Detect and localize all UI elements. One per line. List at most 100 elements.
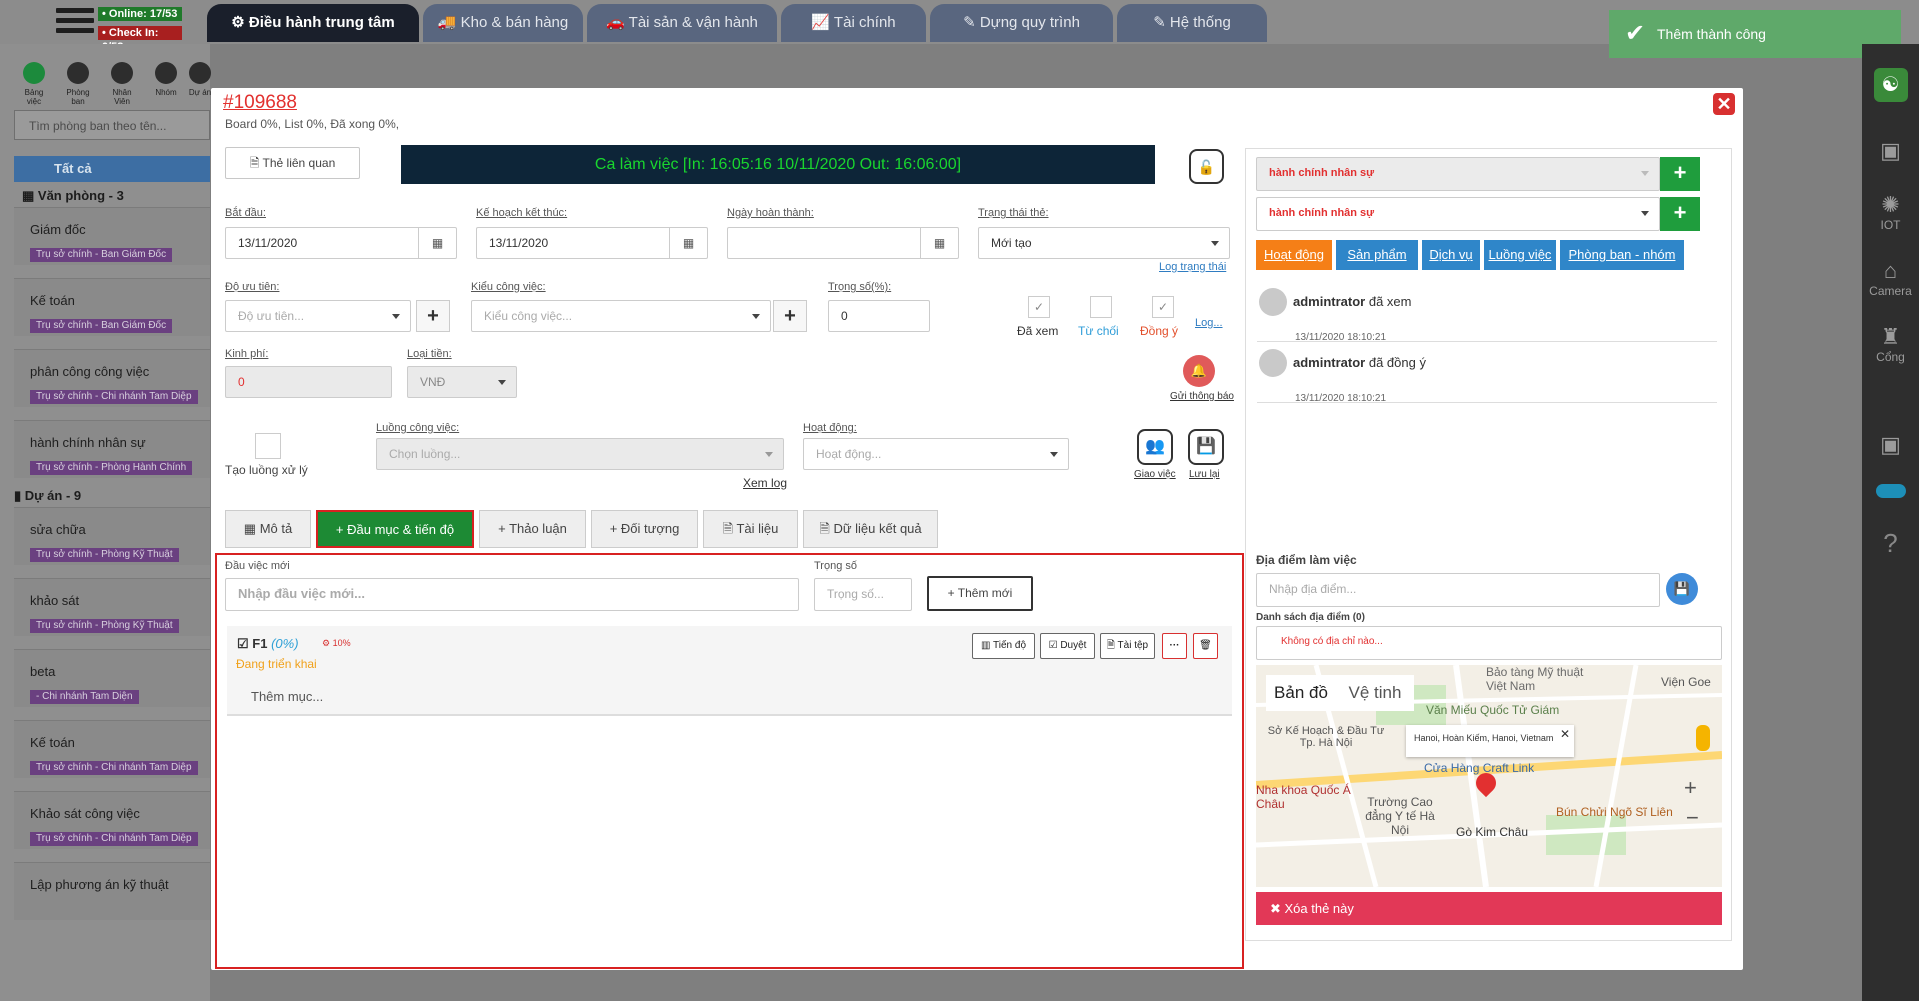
agree-checkbox[interactable]: ✓ (1152, 296, 1174, 318)
budget-input[interactable]: 0 (225, 366, 392, 398)
toggle-switch[interactable] (1862, 484, 1919, 498)
tab-documents[interactable]: 🗎 Tài liệu (703, 510, 798, 548)
assign-icon[interactable]: 👥 (1137, 429, 1173, 465)
calendar-icon[interactable]: ▦ (920, 228, 958, 258)
save-label[interactable]: Lưu lại (1189, 469, 1220, 480)
activity-select[interactable]: Hoạt động... (803, 438, 1069, 470)
zoom-out-button[interactable]: − (1686, 805, 1699, 831)
tab-kho[interactable]: 🚚 Kho & bán hàng (423, 4, 583, 42)
tab-tai-san[interactable]: 🚗 Tài sản & vận hành (587, 4, 777, 42)
approve-button[interactable]: ☑ Duyệt (1040, 633, 1095, 659)
employee-icon[interactable]: Nhân Viên (109, 62, 135, 106)
tab-tai-chinh[interactable]: 📈 Tài chính (781, 4, 926, 42)
list-item[interactable]: Khảo sát công việc Trụ sở chính - Chi nhá… (14, 791, 210, 849)
tab-objects[interactable]: + Đối tượng (591, 510, 698, 548)
list-item[interactable]: sửa chữa Trụ sở chính - Phòng Kỹ Thuật (14, 507, 210, 565)
zoom-in-button[interactable]: + (1684, 775, 1697, 801)
flow-select[interactable]: Chọn luồng... (376, 438, 784, 470)
files-button[interactable]: 🗎 Tài tệp (1100, 633, 1155, 659)
help-icon[interactable]: ? (1862, 528, 1919, 559)
trash-icon[interactable]: 🗑 (1193, 633, 1218, 659)
department-icon[interactable]: Phòng ban (65, 62, 91, 106)
plan-end-date-input[interactable]: 13/11/2020 ▦ (476, 227, 708, 259)
add-item-link[interactable]: Thêm mục... (251, 689, 323, 704)
tab-discussion[interactable]: + Thảo luận (479, 510, 586, 548)
tab-result-data[interactable]: 🗎 Dữ liệu kết quả (803, 510, 938, 548)
worktype-select[interactable]: Kiểu công việc... (471, 300, 771, 332)
related-card-button[interactable]: 🗎 Thẻ liên quan (225, 147, 360, 179)
weight-input[interactable]: 0 (828, 300, 930, 332)
list-item[interactable]: phân công công việc Trụ sở chính - Chi nh… (14, 349, 210, 407)
calendar-icon[interactable]: ▦ (669, 228, 707, 258)
reject-checkbox[interactable] (1090, 296, 1112, 318)
video-chat-icon[interactable]: ▣ (1862, 138, 1919, 164)
tab-description[interactable]: ▦ Mô tả (225, 510, 311, 548)
tab-dept-group[interactable]: Phòng ban - nhóm (1560, 240, 1684, 270)
log-link[interactable]: Log... (1195, 317, 1223, 329)
save-icon[interactable]: 💾 (1188, 429, 1224, 465)
calendar-icon[interactable]: ▦ (418, 228, 456, 258)
map-tab-satellite[interactable]: Vệ tinh (1336, 675, 1414, 711)
dept-select-2[interactable]: hành chính nhân sự (1256, 197, 1660, 231)
tab-quy-trinh[interactable]: ✎ Dựng quy trình (930, 4, 1113, 42)
assign-label[interactable]: Giao việc (1134, 469, 1176, 480)
add-dept-button[interactable]: + (1660, 157, 1700, 191)
department-search-input[interactable]: Tìm phòng ban theo tên... (14, 110, 210, 140)
menu-icon[interactable] (56, 8, 94, 38)
iot-icon[interactable]: ✺ IOT (1862, 192, 1919, 232)
dept-select-1[interactable]: hành chính nhân sự (1256, 157, 1660, 191)
list-item[interactable]: Giám đốc Trụ sở chính - Ban Giám Đốc (14, 207, 210, 265)
start-date-input[interactable]: 13/11/2020 ▦ (225, 227, 457, 259)
done-date-input[interactable]: ▦ (727, 227, 959, 259)
list-item[interactable]: Kế toán Trụ sở chính - Ban Giám Đốc (14, 278, 210, 336)
tab-services[interactable]: Dịch vụ (1422, 240, 1480, 270)
bell-icon[interactable]: 🔔 (1183, 355, 1215, 387)
gate-icon[interactable]: ♜ Cổng (1862, 324, 1919, 364)
list-item[interactable]: khảo sát Trụ sở chính - Phòng Kỹ Thuật (14, 578, 210, 636)
tab-tasks-progress[interactable]: + Đầu mục & tiến độ (316, 510, 474, 548)
list-item[interactable]: Lập phương án kỹ thuật (14, 862, 210, 920)
group-icon[interactable]: Nhóm (153, 62, 179, 97)
lock-icon[interactable]: 🔓 (1189, 149, 1224, 184)
pegman-icon[interactable] (1696, 725, 1710, 751)
list-item[interactable]: hành chính nhân sự Trụ sở chính - Phòng H… (14, 420, 210, 478)
delete-card-button[interactable]: ✖ Xóa thẻ này (1256, 892, 1722, 925)
close-button[interactable]: ✕ (1713, 93, 1735, 115)
worktype-placeholder: Kiểu công việc... (484, 309, 573, 323)
view-log-link[interactable]: Xem log (743, 476, 787, 490)
yin-yang-icon[interactable]: ☯ (1862, 68, 1919, 102)
create-flow-checkbox[interactable] (255, 433, 281, 459)
video-icon[interactable]: ▣ (1862, 432, 1919, 458)
tab-activity[interactable]: Hoạt động (1256, 240, 1332, 270)
progress-button[interactable]: ▥ Tiến độ (972, 633, 1035, 659)
board-icon[interactable]: Bảng việc (21, 62, 47, 106)
task-weight-input[interactable]: Trọng số... (814, 578, 912, 611)
add-priority-button[interactable]: + (416, 300, 450, 332)
add-worktype-button[interactable]: + (773, 300, 807, 332)
priority-select[interactable]: Độ ưu tiên... (225, 300, 411, 332)
add-new-button[interactable]: + Thêm mới (927, 576, 1033, 611)
tab-products[interactable]: Sản phẩm (1336, 240, 1418, 270)
location-input[interactable]: Nhập địa điểm... (1256, 573, 1660, 607)
map-view[interactable]: Bản đồ Vệ tinh Hanoi, Hoàn Kiếm, Hanoi, … (1256, 665, 1722, 887)
tab-he-thong[interactable]: ✎ Hệ thống (1117, 4, 1267, 42)
close-icon[interactable]: ✕ (1560, 727, 1570, 741)
card-id-link[interactable]: #109688 (223, 92, 297, 114)
status-log-link[interactable]: Log trạng thái (1159, 261, 1226, 273)
add-dept-button-2[interactable]: + (1660, 197, 1700, 231)
save-location-icon[interactable]: 💾 (1666, 573, 1698, 605)
status-select[interactable]: Mới tạo (978, 227, 1230, 259)
currency-select[interactable]: VNĐ (407, 366, 517, 398)
new-task-input[interactable]: Nhập đầu việc mới... (225, 578, 799, 611)
list-item[interactable]: Kế toán Trụ sở chính - Chi nhánh Tam Diệp (14, 720, 210, 778)
notify-label[interactable]: Gửi thông báo (1170, 391, 1234, 402)
map-tab-map[interactable]: Bản đồ (1266, 675, 1336, 711)
project-icon[interactable]: Dự án (187, 62, 213, 97)
seen-checkbox[interactable]: ✓ (1028, 296, 1050, 318)
more-icon[interactable]: ··· (1162, 633, 1187, 659)
camera-icon[interactable]: ⌂ Camera (1862, 258, 1919, 298)
tab-dieu-hanh[interactable]: ⚙ Điều hành trung tâm (207, 4, 419, 42)
all-button[interactable]: Tất cả (14, 156, 210, 182)
tab-workflow[interactable]: Luồng việc (1484, 240, 1556, 270)
list-item[interactable]: beta - Chi nhánh Tam Diện (14, 649, 210, 707)
